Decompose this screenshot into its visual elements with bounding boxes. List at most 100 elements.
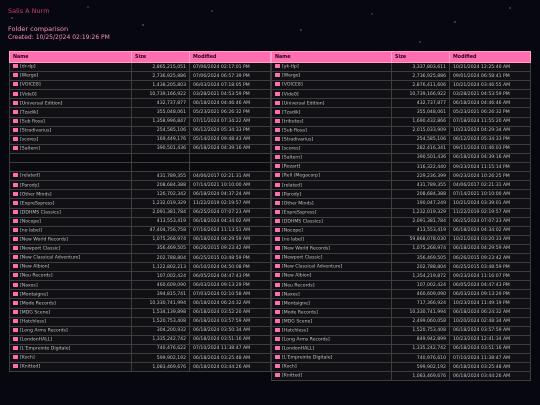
table-row[interactable]: [Naxos] 460,609,090 06/03/2024 09:13:29 PM [271,289,531,300]
table-row[interactable]: [ExpreSspress] 1,232,019,329 11/22/2019 02… [9,198,271,209]
table-row[interactable]: [Tzadik] 355,048,061 05/23/2021 06:26:32 P… [9,107,271,118]
table-row[interactable]: [New Albion] 1,122,802,213 06/10/2024 04:5… [9,262,271,273]
modified-text: 06/12/2024 05:34:33 PM [453,137,510,143]
table-row[interactable]: [Rozart] 316,322,440 09/23/2024 11:15:14 P… [271,162,531,173]
table-row[interactable]: [MDG Scene] 1,534,139,898 06/18/2024 03:52… [9,307,271,318]
name-text: [Parody] [282,192,302,198]
table-row[interactable]: [Nocope] 413,553,419 06/18/2024 04:34:02 A… [9,216,271,227]
table-row[interactable]: [Sub Rosa] 1,358,996,847 07/11/2024 07:34:… [9,116,271,127]
table-row[interactable]: [Wergo] 2,736,925,886 07/06/2024 06:57:39 … [9,71,271,82]
modified-column-header[interactable]: Modified [449,51,531,63]
table-row[interactable]: [New Classical Adventure] 202,788,804 06/2… [271,262,531,273]
table-row[interactable]: [Parody] 208,684,388 07/14/2021 10:10:00 A… [9,180,271,191]
table-row[interactable]: [Sub Rosa] 2,015,033,909 10/23/2024 04:29:… [271,125,531,136]
table-row[interactable]: [Long Arms Records] 849,942,899 10/23/2024… [271,334,531,345]
table-row[interactable]: [LondonHALL] 1,335,242,742 06/18/2024 03:5… [271,343,531,355]
table-row[interactable]: [Koch] 599,902,192 06/18/2024 03:25:48 AM [271,362,531,373]
size-text: 1,335,242,742 [152,337,186,343]
modified-cell: 06/18/2024 03:51:16 AM [449,343,531,355]
table-row[interactable]: [Neu Records] 107,002,424 06/05/2024 04:47… [9,271,271,282]
table-row[interactable]: [Knitted] 1,083,469,676 06/18/2024 03:44:2… [9,362,271,373]
table-row[interactable]: [Vide0] 10,739,166,922 03/28/2021 04:53:59… [271,89,531,100]
table-row[interactable]: [New World Records] 1,075,268,974 06/18/20… [9,234,271,245]
table-row[interactable]: [Newport Classic] 356,469,505 06/26/2015 0… [9,243,271,254]
table-row[interactable]: [yk-tlp] 3,337,803,611 10/21/2024 12:25:40… [271,61,531,73]
table-row[interactable]: [related] 431,789,355 04/06/2017 02:21:31 … [271,180,531,191]
table-row[interactable]: [LondonHALL] 1,335,242,742 06/18/2024 03:5… [9,334,271,345]
table-row[interactable]: [New Albion] 1,354,219,872 09/23/2024 11:1… [271,271,531,282]
table-row[interactable]: [L'Empreinte Digitale] 740,976,610 07/10/2… [271,352,531,364]
table-row[interactable]: [Rell (Megacorp] 229,236,399 09/23/2024 10… [271,171,531,182]
table-row[interactable]: [Saltern] 390,501,436 06/18/2024 04:39:16 … [9,143,271,154]
size-text: 2,091,381,784 [412,219,446,225]
table-row[interactable]: [Other Minds] 126,702,342 06/18/2024 04:37… [9,189,271,200]
table-row[interactable]: [Tzadik] 355,048,061 05/23/2021 06:26:32 P… [271,107,531,118]
table-row[interactable]: [Koch] 599,902,192 06/18/2024 03:25:48 AM [9,352,271,364]
table-row[interactable]: [MDG Scene] 2,499,060,058 10/20/2024 02:48… [271,316,531,327]
table-row[interactable]: [Knitted] 1,083,469,676 06/18/2024 03:44:2… [271,371,531,382]
folder-icon [13,209,18,214]
name-text: [Neu Records] [282,283,315,289]
size-text: 254,585,106 [416,137,446,143]
table-row[interactable]: [Universal Edition] 432,737,877 06/18/2024… [9,98,271,109]
table-row[interactable]: [Mode Records] 10,330,741,994 06/18/2024 0… [271,307,531,318]
size-cell: 356,469,505 [131,243,190,254]
table-row[interactable]: [DDHMS Classics] 2,091,381,784 06/25/2024 … [9,207,271,218]
table-row[interactable]: [Stradivarius] 254,585,106 06/12/2024 05:3… [9,125,271,136]
name-column-header[interactable]: Name [9,51,132,63]
table-row[interactable]: [Vide0] 10,739,166,922 03/28/2021 04:53:59… [9,89,271,100]
folder-icon [275,164,280,169]
table-row[interactable]: [Neu Records] 107,002,424 06/05/2024 04:47… [271,280,531,291]
size-column-header[interactable]: Size [391,51,450,63]
size-column-header[interactable]: Size [131,51,190,63]
table-row[interactable]: [Stradivarius] 254,585,106 06/12/2024 05:3… [271,134,531,145]
table-row[interactable]: [Parody] 208,684,388 07/14/2021 10:10:00 A… [271,189,531,200]
modified-cell: 07/14/2021 10:10:00 AM [449,189,531,200]
name-text: [related] [282,183,302,189]
size-text: 460,609,090 [416,291,446,297]
table-row[interactable]: [Saltern] 390,501,436 06/18/2024 04:39:16 … [271,152,531,164]
table-row[interactable]: [scores] 282,416,341 09/11/2024 01:46:03 P… [271,143,531,154]
table-row[interactable]: [VOICE8] 1,438,205,803 06/03/2024 07:18:05… [9,80,271,91]
folder-icon [13,300,18,305]
modified-column-header[interactable]: Modified [189,51,271,63]
table-row[interactable]: [Universal Edition] 432,737,877 06/18/2024… [271,98,531,109]
table-row[interactable]: [Newport Classic] 356,469,505 06/26/2015 0… [271,252,531,264]
table-row[interactable]: [Other Minds] 190,047,249 10/21/2024 03:39… [271,198,531,209]
table-row[interactable]: [Hatchless] 1,520,753,408 06/18/2024 03:57… [9,316,271,327]
size-text: 740,976,610 [416,355,446,361]
modified-cell: 06/25/2024 07:07:23 AM [189,207,271,218]
table-row[interactable]: [Nocope] 413,553,419 06/18/2024 04:34:02 A… [271,225,531,236]
table-row[interactable]: [tributes] 1,690,432,866 07/18/2024 11:55:… [271,116,531,127]
modified-cell: 06/18/2024 03:44:26 AM [189,362,271,373]
table-row[interactable]: [New Classical Adventure] 202,788,804 06/2… [9,252,271,264]
table-row[interactable]: [related] 431,789,355 04/06/2017 02:21:31 … [9,171,271,182]
name-cell: [no label] [9,225,132,236]
size-text: 169,449,176 [156,137,186,143]
modified-cell: 07/10/2024 11:38:47 AM [189,343,271,355]
table-row[interactable]: [ExpreSspress] 1,232,019,329 11/22/2019 02… [271,207,531,218]
size-cell: 107,002,424 [131,271,190,282]
table-row[interactable]: [Wergo] 2,736,925,886 09/01/2024 06:58:41 … [271,71,531,82]
table-row[interactable]: [Long Arms Records] 304,200,932 06/18/2024… [9,325,271,336]
table-row[interactable]: [Hatchless] 1,520,753,408 06/18/2024 03:57… [271,325,531,336]
table-row[interactable]: [Naxos] 460,609,090 06/03/2024 09:13:29 PM [9,280,271,291]
modified-text: 04/06/2017 02:21:31 AM [453,182,511,188]
name-text: [VOICE8] [20,82,41,88]
modified-cell: 06/03/2024 09:13:29 PM [449,289,531,300]
name-column-header[interactable]: Name [271,51,392,63]
name-cell: [Neu Records] [271,280,392,291]
table-row[interactable]: [Montaigne] 394,815,741 07/03/2024 02:10:5… [9,289,271,300]
table-row[interactable]: [no label] 47,404,756,758 07/16/2024 11:13… [9,225,271,236]
table-row[interactable]: [scores] 169,449,176 05/14/2024 09:48:43 A… [9,134,271,145]
table-row[interactable]: [New World Records] 1,075,268,974 06/18/20… [271,243,531,254]
table-row[interactable]: [DDHMS Classics] 2,091,381,784 06/25/2024 … [271,216,531,227]
table-row[interactable]: [Montaigne] 717,366,924 10/23/2024 11:49:1… [271,298,531,309]
name-text: [LondonHALL] [20,337,53,343]
table-row[interactable]: [Mode Records] 10,330,741,994 06/18/2024 0… [9,298,271,309]
table-row[interactable]: [L'Empreinte Digitale] 740,476,622 07/10/2… [9,343,271,355]
modified-text: 06/18/2024 03:25:48 AM [453,364,511,370]
table-row[interactable]: [no label] 59,868,078,030 10/21/2024 03:20… [271,234,531,245]
table-row[interactable]: [VOICE8] 2,876,411,606 10/21/2024 03:46:55… [271,80,531,91]
table-row[interactable]: [dr-dp] 2,865,215,051 07/06/2024 02:17:01 … [9,61,271,73]
